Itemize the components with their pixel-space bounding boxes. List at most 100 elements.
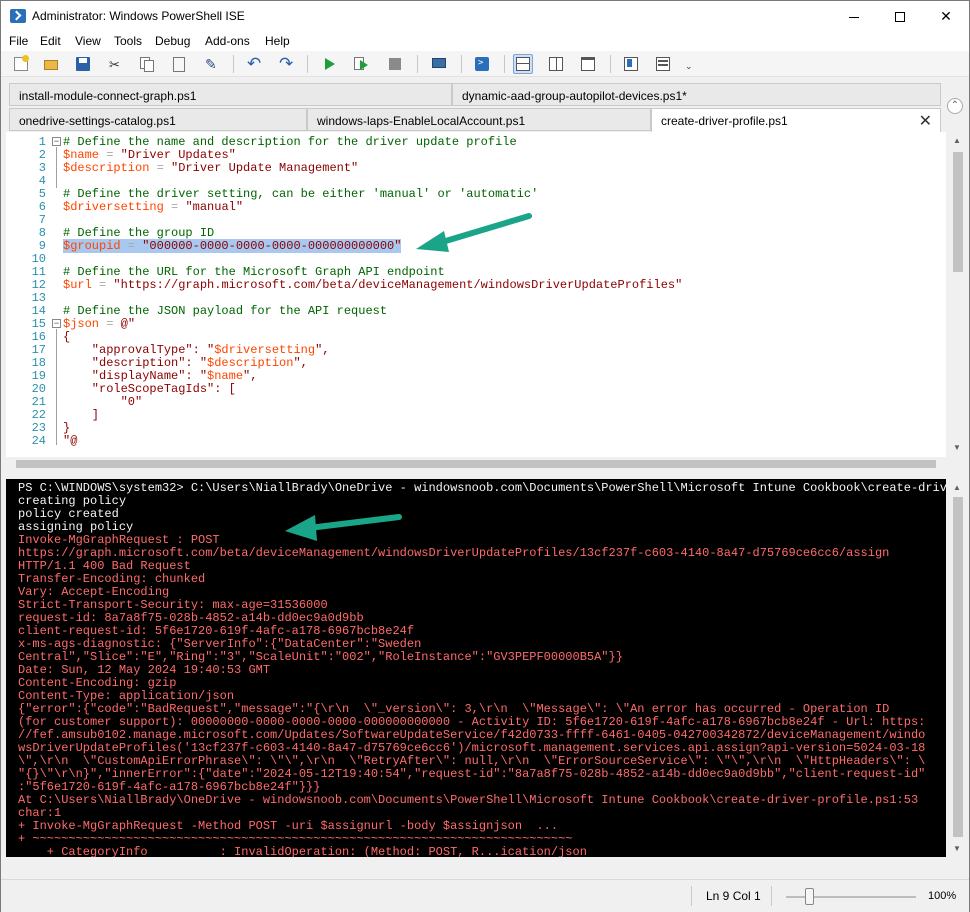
cut-icon[interactable]: ✂ [105,54,125,74]
fold-toggle-icon[interactable]: − [52,319,61,328]
console-pane[interactable]: PS C:\WINDOWS\system32> C:\Users\NiallBr… [6,479,946,857]
close-button[interactable]: ✕ [923,1,969,32]
console-line: + ~~~~~~~~~~~~~~~~~~~~~~~~~~~~~~~~~~~~~~… [18,832,573,846]
save-icon[interactable] [73,54,93,74]
run-icon[interactable] [319,54,339,74]
layout-top-icon[interactable] [513,54,533,74]
layout-right-icon[interactable] [546,54,566,74]
line-number: 15 [31,317,46,331]
scrollbar-thumb[interactable] [16,460,936,468]
menu-help[interactable]: Help [265,34,290,48]
commands-icon[interactable] [653,54,673,74]
scroll-down-icon[interactable]: ▼ [953,443,961,452]
tab-dynamic-aad-group[interactable]: dynamic-aad-group-autopilot-devices.ps1* [452,83,941,106]
code-token: = [99,317,121,331]
console-line: client-request-id: 5f6e1720-619f-4afc-a1… [18,624,415,638]
toolbar-overflow-icon[interactable]: ⌄ [685,61,693,72]
code-token: } [63,421,71,435]
line-number: 21 [31,395,46,409]
toolbar-separator [233,55,234,73]
minimize-button[interactable] [831,1,877,32]
code-token: "description": " [63,356,208,370]
annotation-arrow [416,213,532,252]
toolbar-separator [504,55,505,73]
scrollbar-thumb[interactable] [953,152,963,272]
editor-vertical-scrollbar[interactable]: ▲ ▼ [948,132,968,457]
new-icon[interactable] [11,54,31,74]
copy-icon[interactable] [137,54,157,74]
console-line: policy created [18,507,119,521]
console-line: x-ms-ags-diagnostic: {"ServerInfo":{"Dat… [18,637,422,651]
tab-label: create-driver-profile.ps1 [661,114,788,128]
fold-toggle-icon[interactable]: − [52,137,61,146]
pane-splitter[interactable] [1,472,969,478]
powershell-icon[interactable]: > [472,54,492,74]
menu-tools[interactable]: Tools [114,34,142,48]
paste-icon[interactable] [169,54,189,74]
script-editor[interactable]: 1 2 3 4 5 6 7 8 9 10 11 12 13 14 15 16 1… [6,132,946,457]
code-token: "approvalType": " [63,343,215,357]
layout-max-icon[interactable] [578,54,598,74]
line-number: 16 [31,330,46,344]
menu-view[interactable]: View [75,34,101,48]
tab-onedrive-settings-catalog[interactable]: onedrive-settings-catalog.ps1 [9,108,307,131]
console-line: PS C:\WINDOWS\system32> C:\Users\NiallBr… [18,481,946,495]
menu-addons[interactable]: Add-ons [205,34,250,48]
tab-create-driver-profile[interactable]: create-driver-profile.ps1 ✕ [651,108,941,133]
line-number: 9 [38,239,46,253]
code-token: $driversetting [214,343,316,357]
code-token: # Define the driver setting, can be eith… [63,187,539,201]
line-numbers: 1 2 3 4 5 6 7 8 9 10 11 12 13 14 15 16 1… [6,136,46,448]
window-title: Administrator: Windows PowerShell ISE [32,9,245,23]
scroll-up-icon[interactable]: ▲ [953,136,961,145]
code-token: $url [63,278,92,292]
code-token: "000000-0000-0000-0000-000000000000" [142,239,402,253]
console-line: + Invoke-MgGraphRequest -Method POST -ur… [18,819,559,833]
open-icon[interactable] [41,54,61,74]
tab-label: windows-laps-EnableLocalAccount.ps1 [317,114,526,128]
maximize-button[interactable] [877,1,923,32]
scroll-up-icon[interactable]: ▲ [953,483,961,492]
menu-edit[interactable]: Edit [40,34,61,48]
zoom-slider-thumb[interactable] [805,888,815,905]
console-line: request-id: 8a7a8f75-028b-4852-a14b-dd0e… [18,611,364,625]
menu-debug[interactable]: Debug [155,34,190,48]
undo-icon[interactable]: ↶ [244,54,264,74]
toolbar: ✂ ✎ ↶ ↷ > ⌄ [1,51,969,77]
console-vertical-scrollbar[interactable]: ▲ ▼ [948,479,968,857]
menu-file[interactable]: File [9,34,28,48]
code-line: # Define the name and description for th… [63,135,517,149]
stop-icon[interactable] [385,54,405,74]
close-tab-icon[interactable]: ✕ [919,111,932,131]
code-token: # Define the URL for the Microsoft Graph… [63,265,445,279]
line-number: 1 [38,135,46,149]
tab-windows-laps[interactable]: windows-laps-EnableLocalAccount.ps1 [307,108,651,131]
line-number: 19 [31,369,46,383]
code-token: # Define the name and description for th… [63,135,517,149]
console-line: https://graph.microsoft.com/beta/deviceM… [18,546,890,560]
clear-icon[interactable]: ✎ [201,54,221,74]
show-addons-icon[interactable] [621,54,641,74]
code-line: $description = "Driver Update Management… [63,161,358,175]
code-line: "roleScopeTagIds": [ [63,382,236,396]
scrollbar-thumb[interactable] [953,497,963,837]
zoom-level: 100% [928,890,957,902]
remote-icon[interactable] [429,54,449,74]
collapse-script-pane-icon[interactable]: ⌃ [947,98,963,114]
tab-install-module-connect-graph[interactable]: install-module-connect-graph.ps1 [9,83,452,106]
code-token: $name [207,369,244,383]
code-line: $json = @" [63,317,135,331]
editor-horizontal-scrollbar[interactable] [6,457,946,471]
code-token: ", [293,356,308,370]
console-line: :"5f6e1720-619f-4afc-a178-6967bcb8e24f"}… [18,780,321,794]
run-selection-icon[interactable] [351,54,371,74]
code-token: # Define the group ID [63,226,215,240]
scroll-down-icon[interactable]: ▼ [953,844,961,853]
tab-label: dynamic-aad-group-autopilot-devices.ps1* [462,89,687,103]
console-line: Transfer-Encoding: chunked [18,572,206,586]
console-line: assigning policy [18,520,134,534]
redo-icon[interactable]: ↷ [276,54,296,74]
code-token: @" [120,317,136,331]
code-line: # Define the driver setting, can be eith… [63,187,538,201]
code-line: "0" [63,395,143,409]
